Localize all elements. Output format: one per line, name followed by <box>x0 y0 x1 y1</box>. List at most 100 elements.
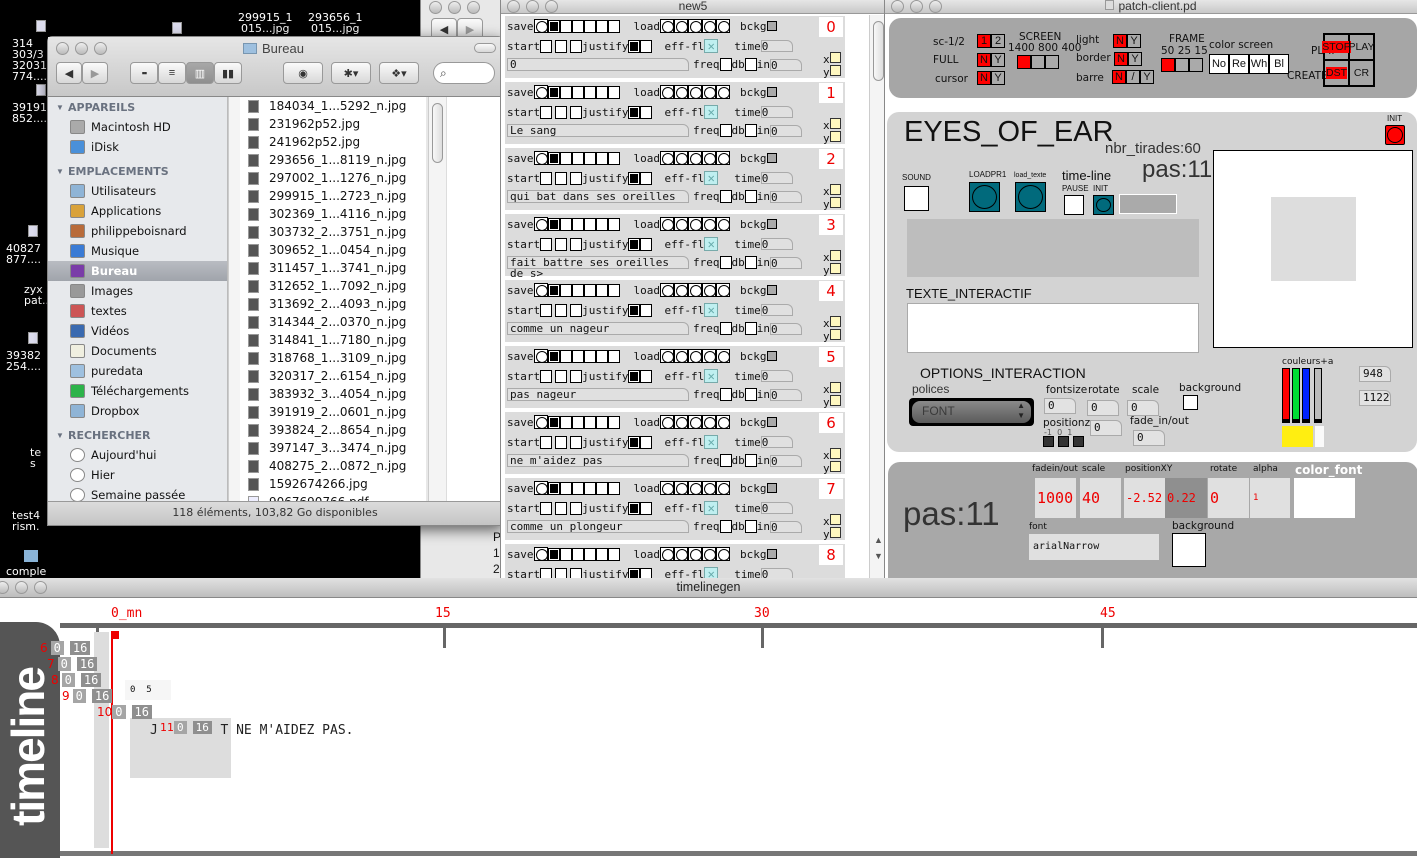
preset-slot[interactable] <box>583 547 596 561</box>
bckg-toggle[interactable] <box>766 21 777 31</box>
close-button[interactable] <box>56 42 69 55</box>
timeline-row[interactable]: 11 0 16 <box>160 721 212 734</box>
x-toggle[interactable] <box>829 514 841 525</box>
preset-slot[interactable] <box>583 481 596 495</box>
screen-option[interactable] <box>1031 55 1045 69</box>
preset-slot[interactable] <box>571 481 584 495</box>
preset-slot[interactable] <box>571 19 584 33</box>
preset-slot[interactable] <box>583 85 596 99</box>
file-row[interactable]: 303732_2...3751_n.jpg <box>240 223 426 241</box>
file-icon[interactable] <box>28 332 38 344</box>
db-toggle[interactable] <box>744 388 757 401</box>
preset-slot[interactable] <box>607 283 620 297</box>
eff-fl-toggle[interactable]: ✕ <box>704 369 719 383</box>
desktop-icon-label[interactable]: 314 303/3 32031 774.... <box>12 38 47 82</box>
sound-toggle[interactable] <box>904 186 929 211</box>
eff-fl-toggle[interactable]: ✕ <box>704 105 719 119</box>
background-toggle[interactable] <box>1172 533 1206 567</box>
text-input[interactable]: ne m'aidez pas <box>507 454 689 467</box>
preset-slot[interactable] <box>607 217 620 231</box>
border-option-y[interactable]: Y <box>1128 52 1142 66</box>
start-toggle[interactable] <box>555 369 568 383</box>
time-number[interactable]: 0 <box>760 106 793 118</box>
db-toggle[interactable] <box>744 520 757 533</box>
barre-option-n[interactable]: N <box>1112 70 1126 84</box>
sidebar-item-vid-os[interactable]: Vidéos <box>48 321 227 341</box>
preset-slot[interactable] <box>607 547 620 561</box>
load-bang[interactable] <box>702 349 716 363</box>
start-toggle[interactable] <box>570 435 583 449</box>
preset-slot[interactable] <box>607 85 620 99</box>
start-toggle[interactable] <box>555 105 568 119</box>
sidebar-item-utilisateurs[interactable]: Utilisateurs <box>48 181 227 201</box>
bckg-toggle[interactable] <box>766 87 777 97</box>
start-toggle[interactable] <box>570 303 583 317</box>
fade-number[interactable]: 0 <box>1133 430 1165 446</box>
file-list-scrollbar[interactable] <box>428 97 446 503</box>
positionz-option[interactable] <box>1043 436 1054 447</box>
freq-toggle[interactable] <box>719 520 732 533</box>
time-number[interactable]: 0 <box>760 436 793 448</box>
load-bang[interactable] <box>660 85 674 99</box>
justify-right[interactable] <box>640 369 653 383</box>
preset-slot[interactable] <box>559 415 572 429</box>
eff-fl-toggle[interactable]: ✕ <box>704 171 719 185</box>
justify-left[interactable] <box>628 171 641 185</box>
number-box-948[interactable]: 948 <box>1359 366 1391 382</box>
preset-slot[interactable] <box>571 349 584 363</box>
start-toggle[interactable] <box>555 237 568 251</box>
preset-slot[interactable] <box>559 349 572 363</box>
cursor-toggle[interactable]: NY <box>977 71 1005 85</box>
justify-right[interactable] <box>640 237 653 251</box>
view-icons-button[interactable]: ▪▪ <box>130 62 158 84</box>
alpha-slider[interactable] <box>1314 368 1322 423</box>
start-toggle[interactable] <box>540 105 553 119</box>
file-row[interactable]: 314841_1...7180_n.jpg <box>240 331 426 349</box>
preset-slot[interactable] <box>607 481 620 495</box>
file-row[interactable]: 184034_1...5292_n.jpg <box>240 97 426 115</box>
desktop-icon-label[interactable]: 39191 852.... <box>12 102 47 124</box>
y-toggle[interactable] <box>829 197 841 208</box>
fadein-value[interactable]: 1000 <box>1035 478 1076 518</box>
sidebar-item-bureau[interactable]: Bureau <box>48 261 227 281</box>
color-font-swatch[interactable] <box>1294 478 1355 518</box>
load-bang[interactable] <box>702 481 716 495</box>
desktop-icon-label[interactable]: 40827 877.... <box>6 243 41 265</box>
file-icon[interactable] <box>172 22 182 34</box>
preset-slot[interactable] <box>547 481 560 495</box>
x-toggle[interactable] <box>829 250 841 261</box>
search-input[interactable] <box>454 66 490 78</box>
time-number[interactable]: 0 <box>760 172 793 184</box>
sidebar-item-idisk[interactable]: iDisk <box>48 137 227 157</box>
y-toggle[interactable] <box>829 263 841 274</box>
background-toggle[interactable] <box>1183 395 1198 410</box>
preset-slot[interactable] <box>559 547 572 561</box>
load-bang[interactable] <box>716 151 730 165</box>
db-toggle[interactable] <box>744 58 757 71</box>
playhead-handle[interactable] <box>111 631 119 639</box>
load-bang[interactable] <box>716 547 730 561</box>
frame-option[interactable] <box>1161 58 1175 72</box>
file-row[interactable]: 391919_2...0601_n.jpg <box>240 403 426 421</box>
zoom-button[interactable] <box>929 0 942 13</box>
load-bang[interactable] <box>660 19 674 33</box>
dst-button[interactable]: DST <box>1326 67 1347 79</box>
file-row[interactable]: 393824_2...8654_n.jpg <box>240 421 426 439</box>
preset-slot[interactable] <box>571 547 584 561</box>
preset-slot[interactable] <box>571 415 584 429</box>
start-toggle[interactable] <box>540 369 553 383</box>
file-row[interactable]: 231962p52.jpg <box>240 115 426 133</box>
time-number[interactable]: 0 <box>760 238 793 250</box>
file-row[interactable]: 1592674266.jpg <box>240 475 426 493</box>
number-box-1122[interactable]: 1122 <box>1359 390 1391 406</box>
load-bang[interactable] <box>674 217 688 231</box>
preset-slot[interactable] <box>583 349 596 363</box>
justify-right[interactable] <box>640 435 653 449</box>
timeline-row[interactable]: 10 0 16 <box>97 705 152 719</box>
preset-slot[interactable] <box>583 19 596 33</box>
minimize-button[interactable] <box>526 0 539 13</box>
sidebar-item-applications[interactable]: Applications <box>48 201 227 221</box>
position-x-value[interactable]: -2.52 <box>1124 478 1165 518</box>
y-toggle[interactable] <box>829 65 841 76</box>
preset-slot[interactable] <box>595 217 608 231</box>
